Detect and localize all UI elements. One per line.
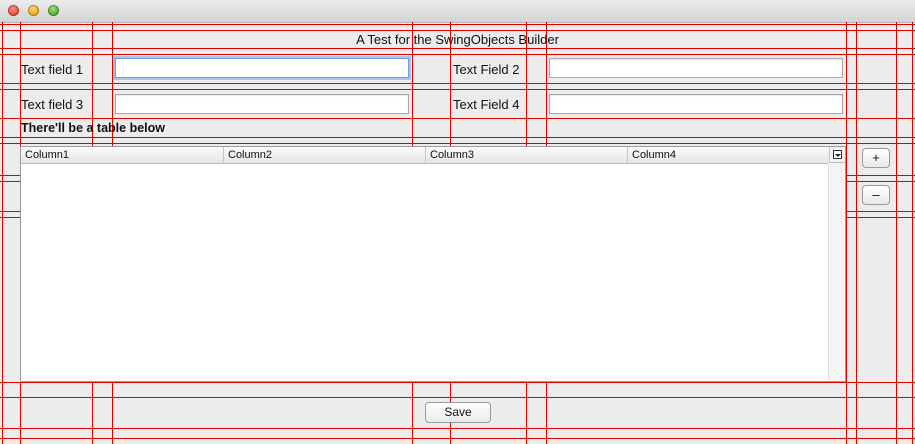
guide-line (0, 143, 915, 144)
table-vertical-scrollbar[interactable] (828, 163, 845, 381)
guide-line (0, 438, 915, 439)
guide-line (0, 83, 915, 84)
guide-line (0, 397, 915, 398)
form-title: A Test for the SwingObjects Builder (356, 32, 559, 47)
guide-line (846, 22, 847, 444)
minimize-window-icon[interactable] (28, 5, 39, 16)
maximize-window-icon[interactable] (48, 5, 59, 16)
column-header-1[interactable]: Column1 (21, 147, 223, 163)
text-field-2-label: Text Field 2 (453, 62, 520, 77)
column-chooser-icon (833, 150, 842, 159)
guide-line (0, 48, 915, 49)
text-field-4-label: Text Field 4 (453, 97, 520, 112)
text-field-3-input[interactable] (115, 94, 409, 114)
text-field-4-input[interactable] (549, 94, 843, 114)
guide-line (896, 22, 897, 444)
text-field-1-label: Text field 1 (21, 62, 84, 77)
data-table[interactable]: Column1 Column2 Column3 Column4 (20, 146, 846, 382)
table-header: Column1 Column2 Column3 Column4 (21, 147, 829, 164)
column-header-3[interactable]: Column3 (425, 147, 627, 163)
guide-line (0, 54, 915, 55)
column-header-4[interactable]: Column4 (627, 147, 829, 163)
guide-line (0, 30, 915, 31)
text-field-2-input[interactable] (549, 58, 843, 78)
guide-line (0, 89, 915, 90)
guide-line (912, 22, 913, 444)
table-caption: There'll be a table below (21, 121, 165, 135)
save-button[interactable]: Save (425, 402, 491, 423)
close-window-icon[interactable] (8, 5, 19, 16)
column-header-2[interactable]: Column2 (223, 147, 425, 163)
column-control-button[interactable] (829, 147, 845, 163)
guide-line (2, 22, 3, 444)
guide-line (0, 382, 915, 383)
add-row-button[interactable]: + (862, 148, 890, 168)
text-field-3-label: Text field 3 (21, 97, 84, 112)
text-field-1-input[interactable] (115, 58, 409, 78)
guide-line (856, 22, 857, 444)
guide-line (0, 428, 915, 429)
guide-line (0, 24, 915, 25)
guide-line (0, 118, 915, 119)
remove-row-button[interactable]: – (862, 185, 890, 205)
guide-line (0, 137, 915, 138)
window-titlebar (0, 0, 915, 23)
